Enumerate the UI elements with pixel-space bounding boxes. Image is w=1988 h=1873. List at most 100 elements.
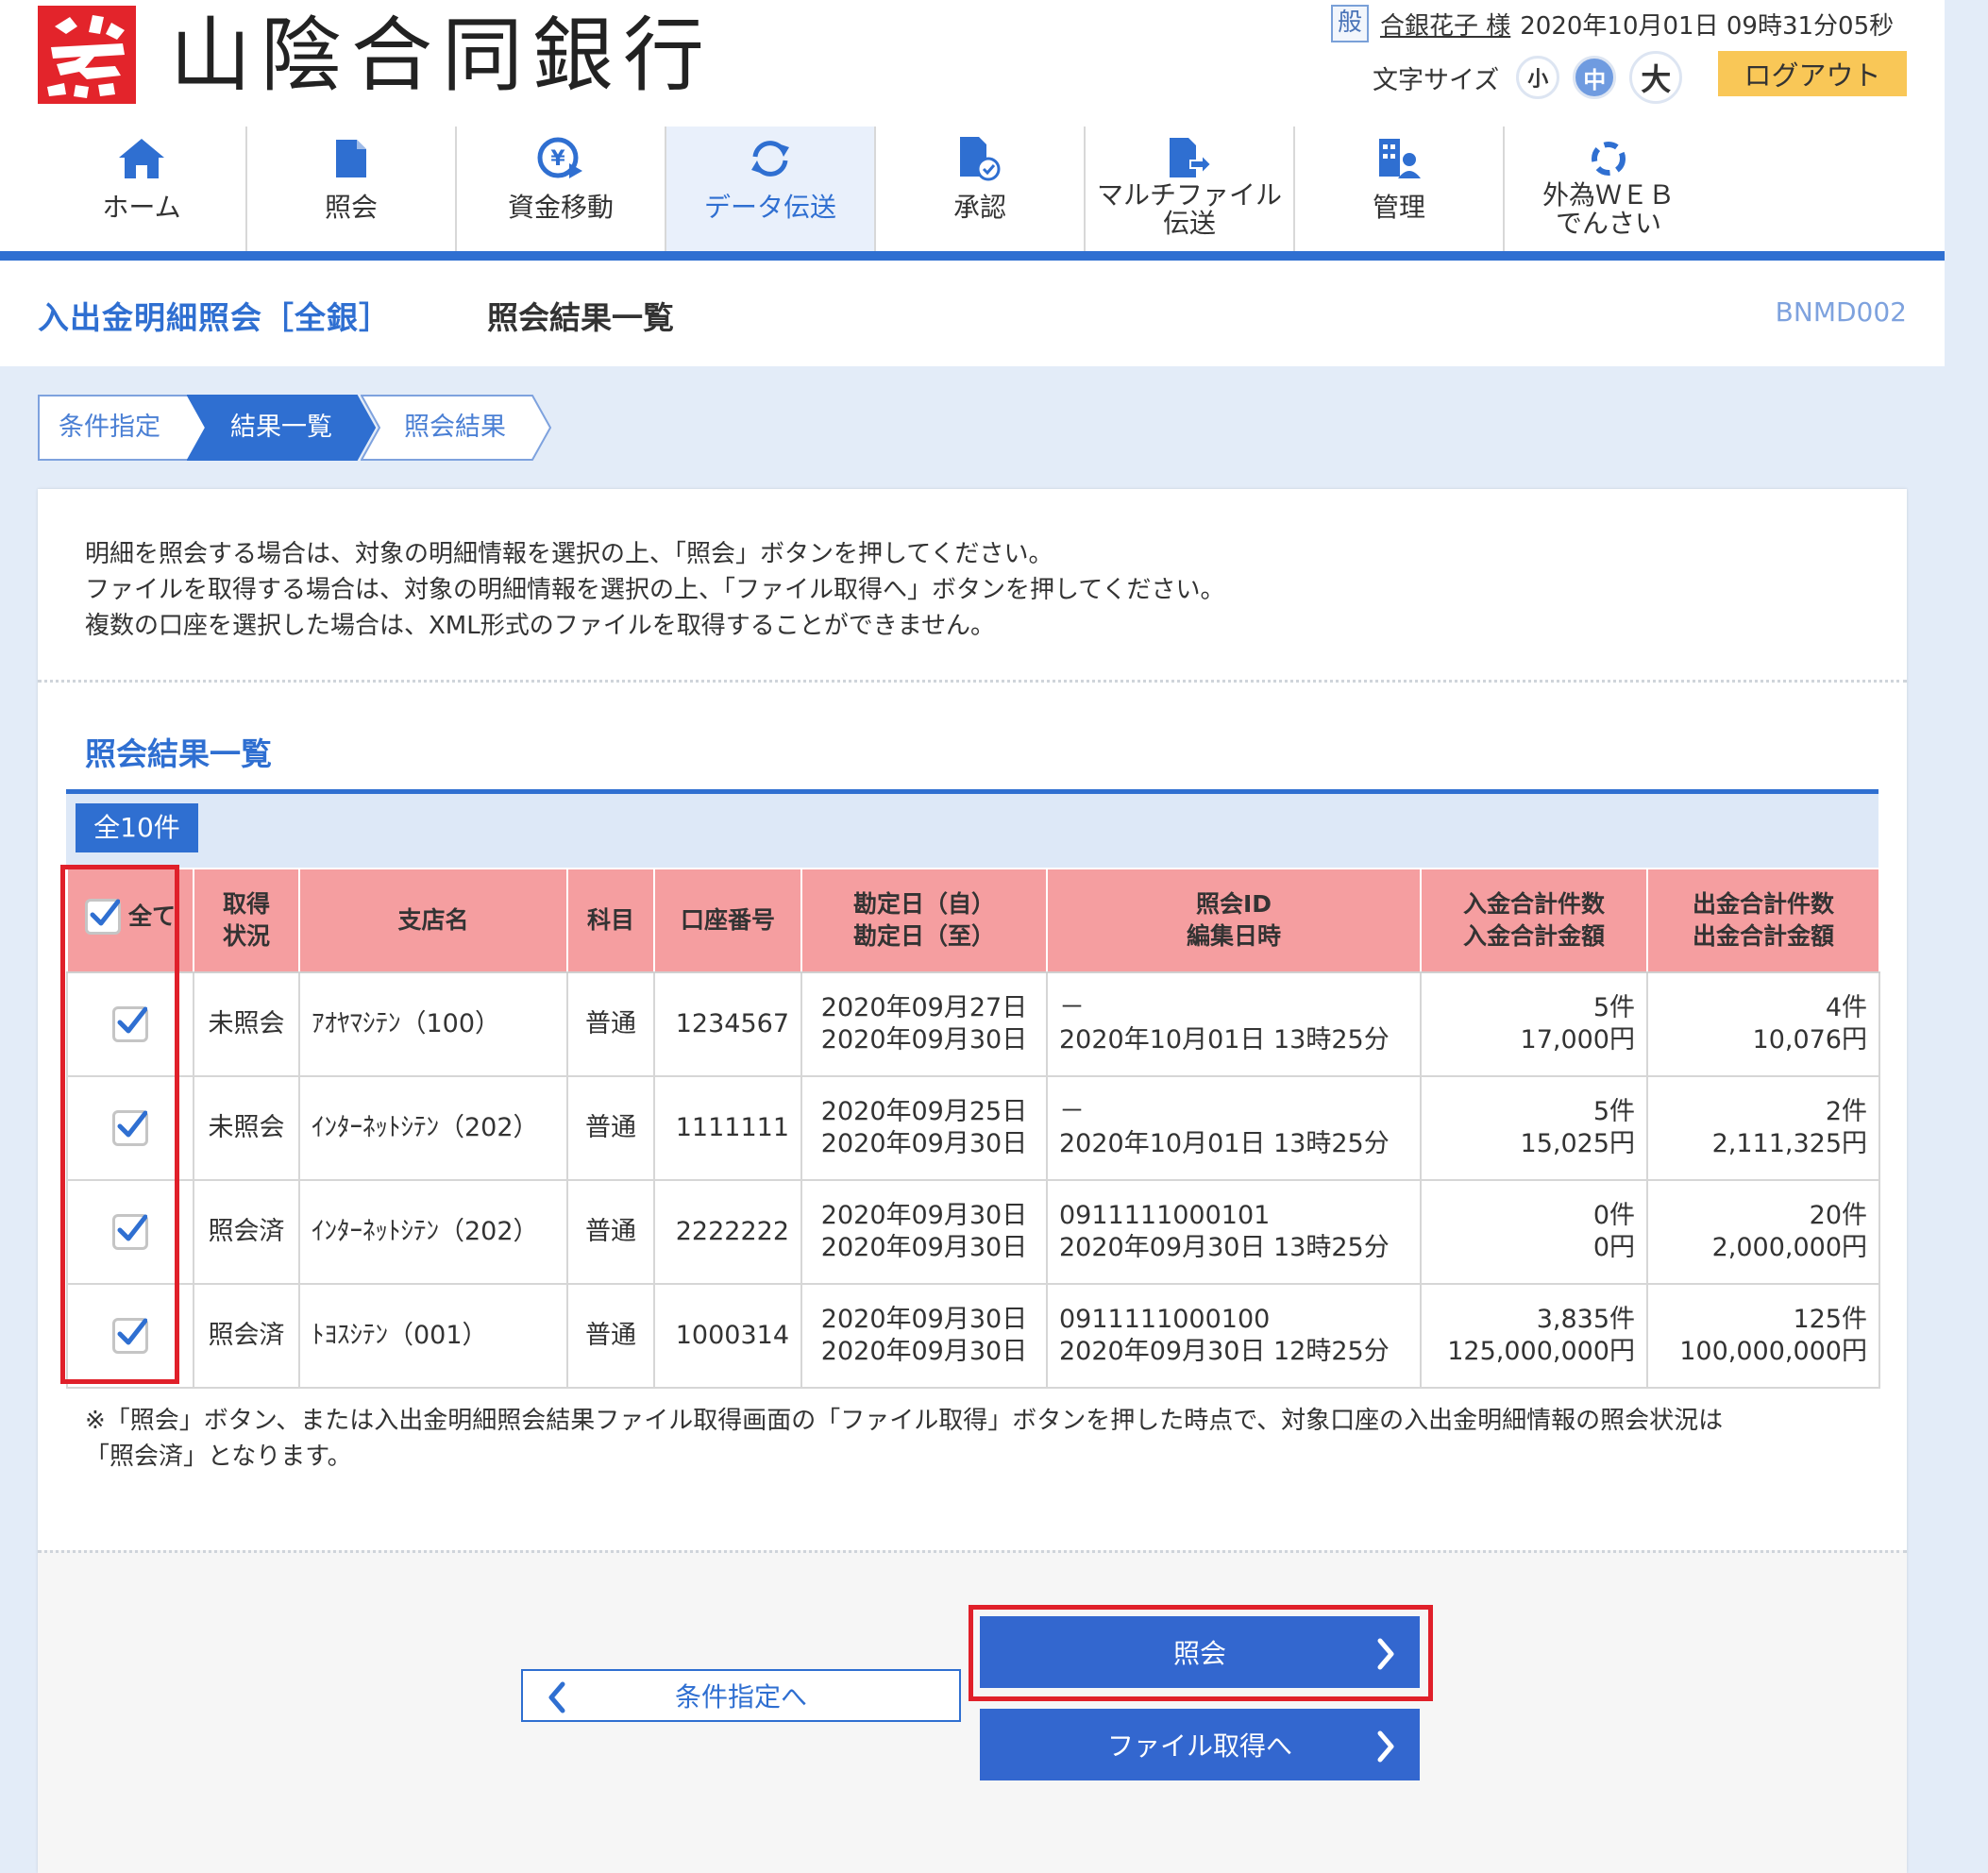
chevron-left-icon bbox=[546, 1680, 568, 1721]
date-from: 2020年09月30日 bbox=[820, 1201, 1028, 1230]
table-header-row: 全て 取得 状況 支店名 科目 口座番号 勘定日（自） 勘定日（至） 照会ID 編集日… bbox=[66, 868, 1880, 973]
user-info: 般 合銀花子 様 2020年10月01日 09時31分05秒 bbox=[1331, 4, 1894, 43]
nav-label-multifile-line2: 伝送 bbox=[1162, 208, 1216, 239]
nav-item-admin[interactable]: 管理 bbox=[1293, 127, 1503, 251]
header-subject: 科目 bbox=[566, 868, 655, 973]
divider bbox=[38, 680, 1907, 683]
header-inquiry-id: 照会ID 編集日時 bbox=[1046, 868, 1422, 973]
nav-label-multifile-line1: マルチファイル bbox=[1096, 179, 1282, 211]
instruction-line: ファイルを取得する場合は、対象の明細情報を選択の上、「ファイル取得へ」ボタンを押… bbox=[85, 576, 1225, 604]
row-checkbox[interactable] bbox=[112, 1006, 148, 1042]
inquiry-id: － bbox=[1059, 1097, 1085, 1126]
nav-underline bbox=[0, 251, 1945, 261]
logout-button[interactable]: ログアウト bbox=[1718, 51, 1907, 96]
nav-item-inquiry[interactable]: 照会 bbox=[245, 127, 455, 251]
font-size-label: 文字サイズ bbox=[1373, 65, 1500, 95]
divider bbox=[38, 1550, 1907, 1553]
withdraw-count: 125件 bbox=[1793, 1305, 1867, 1334]
inquiry-id: 0911111000101 bbox=[1059, 1201, 1271, 1230]
select-all-checkbox[interactable] bbox=[84, 898, 121, 935]
nav-label-multifile: マルチファイル 伝送 bbox=[1086, 181, 1293, 238]
table-row: 未照会 ｱｵﾔﾏｼﾃﾝ（100） 普通 1234567 2020年09月27日 2020年… bbox=[66, 971, 1880, 1077]
table-row: 照会済 ｲﾝﾀｰﾈｯﾄｼﾃﾝ（202） 普通 2222222 2020年09月30日 20… bbox=[66, 1179, 1880, 1285]
withdraw-cell: 125件 100,000,000円 bbox=[1646, 1283, 1880, 1389]
bank-logo-icon bbox=[38, 6, 136, 104]
header-withdraw-amount: 出金合計金額 bbox=[1692, 922, 1834, 950]
date-to: 2020年09月30日 bbox=[820, 1337, 1028, 1366]
instruction-line: 複数の口座を選択した場合は、XML形式のファイルを取得することができません。 bbox=[85, 612, 995, 640]
inquiry-note: ※「照会」ボタン、または入出金明細照会結果ファイル取得画面の「ファイル取得」ボタ… bbox=[85, 1403, 1860, 1475]
refresh-icon bbox=[666, 132, 874, 185]
inquiry-id: 0911111000100 bbox=[1059, 1305, 1271, 1334]
account-cell: 1111111 bbox=[653, 1075, 802, 1181]
title-bar: 入出金明細照会［全銀］ 照会結果一覧 BNMD002 bbox=[0, 261, 1945, 366]
edited-datetime: 2020年10月01日 13時25分 bbox=[1059, 1129, 1390, 1158]
dates-cell: 2020年09月30日 2020年09月30日 bbox=[800, 1179, 1048, 1285]
fx-web-icon bbox=[1505, 132, 1712, 185]
row-checkbox[interactable] bbox=[112, 1110, 148, 1146]
instructions: 明細を照会する場合は、対象の明細情報を選択の上、「照会」ボタンを押してください。… bbox=[85, 536, 1224, 644]
nav-label-home: ホーム bbox=[102, 192, 181, 223]
header-status-line1: 取得 bbox=[222, 890, 270, 918]
nav-item-approval[interactable]: 承認 bbox=[874, 127, 1084, 251]
font-size-medium-button[interactable]: 中 bbox=[1573, 56, 1617, 99]
header: 山陰合同銀行 般 合銀花子 様 2020年10月01日 09時31分05秒 文字… bbox=[0, 0, 1945, 261]
row-checkbox[interactable] bbox=[112, 1318, 148, 1354]
nav-item-fund-transfer[interactable]: ¥ 資金移動 bbox=[455, 127, 665, 251]
subject-cell: 普通 bbox=[566, 971, 655, 1077]
row-select-cell bbox=[66, 1179, 194, 1285]
header-dates: 勘定日（自） 勘定日（至） bbox=[800, 868, 1048, 973]
dates-cell: 2020年09月25日 2020年09月30日 bbox=[800, 1075, 1048, 1181]
svg-text:¥: ¥ bbox=[550, 147, 565, 171]
nav-item-fx-web[interactable]: 外為ＷＥＢ でんさい bbox=[1503, 127, 1712, 251]
deposit-amount: 17,000円 bbox=[1520, 1025, 1635, 1055]
deposit-amount: 125,000,000円 bbox=[1447, 1337, 1635, 1366]
nav-item-home[interactable]: ホーム bbox=[38, 127, 245, 251]
date-from: 2020年09月27日 bbox=[820, 993, 1028, 1022]
status-cell: 未照会 bbox=[193, 971, 300, 1077]
count-band: 全10件 bbox=[66, 794, 1878, 868]
branch-cell: ｲﾝﾀｰﾈｯﾄｼﾃﾝ（202） bbox=[298, 1179, 568, 1285]
branch-cell: ﾄﾖｽｼﾃﾝ（001） bbox=[298, 1283, 568, 1389]
deposit-count: 5件 bbox=[1592, 1097, 1635, 1126]
nav-label-fund-transfer: 資金移動 bbox=[507, 192, 614, 223]
header-account: 口座番号 bbox=[653, 868, 802, 973]
note-line: ※「照会」ボタン、または入出金明細照会結果ファイル取得画面の「ファイル取得」ボタ… bbox=[85, 1407, 1724, 1435]
select-all-label: 全て bbox=[127, 902, 176, 930]
step-label-inquiry-result: 照会結果 bbox=[404, 413, 506, 442]
font-size-small-button[interactable]: 小 bbox=[1516, 56, 1560, 99]
row-checkbox[interactable] bbox=[112, 1214, 148, 1250]
inquiry-id-cell: － 2020年10月01日 13時25分 bbox=[1046, 1075, 1422, 1181]
yen-transfer-icon: ¥ bbox=[457, 132, 665, 185]
file-download-button[interactable]: ファイル取得へ bbox=[980, 1709, 1420, 1780]
document-icon bbox=[247, 132, 455, 185]
nav-item-multifile[interactable]: マルチファイル 伝送 bbox=[1084, 127, 1293, 251]
withdraw-amount: 100,000,000円 bbox=[1679, 1337, 1867, 1366]
user-name-link[interactable]: 合銀花子 様 bbox=[1380, 7, 1510, 42]
withdraw-amount: 2,000,000円 bbox=[1711, 1233, 1867, 1262]
header-withdraw-count: 出金合計件数 bbox=[1692, 890, 1834, 918]
edited-datetime: 2020年10月01日 13時25分 bbox=[1059, 1025, 1390, 1055]
withdraw-count: 2件 bbox=[1825, 1097, 1867, 1126]
table-row: 未照会 ｲﾝﾀｰﾈｯﾄｼﾃﾝ（202） 普通 1111111 2020年09月25日 20… bbox=[66, 1075, 1880, 1181]
account-cell: 1000314 bbox=[653, 1283, 802, 1389]
deposit-count: 3,835件 bbox=[1536, 1305, 1635, 1334]
nav-item-data-transfer[interactable]: データ伝送 bbox=[665, 127, 874, 251]
withdraw-amount: 10,076円 bbox=[1752, 1025, 1867, 1055]
table-row: 照会済 ﾄﾖｽｼﾃﾝ（001） 普通 1000314 2020年09月30日 2020年0… bbox=[66, 1283, 1880, 1389]
bank-name: 山陰合同銀行 bbox=[170, 8, 714, 103]
header-deposit-amount: 入金合計金額 bbox=[1462, 922, 1605, 950]
back-to-condition-button[interactable]: 条件指定へ bbox=[521, 1669, 961, 1722]
withdraw-amount: 2,111,325円 bbox=[1711, 1129, 1867, 1158]
inquiry-button[interactable]: 照会 bbox=[980, 1616, 1420, 1688]
header-deposit-count: 入金合計件数 bbox=[1462, 890, 1605, 918]
font-size-large-button[interactable]: 大 bbox=[1629, 51, 1683, 104]
content-card: 明細を照会する場合は、対象の明細情報を選択の上、「照会」ボタンを押してください。… bbox=[38, 489, 1907, 1873]
nav-label-fx-web: 外為ＷＥＢ でんさい bbox=[1505, 181, 1712, 238]
chevron-right-icon bbox=[1374, 1730, 1397, 1770]
date-from: 2020年09月25日 bbox=[820, 1097, 1028, 1126]
step-result-list: 結果一覧 bbox=[187, 395, 376, 461]
file-button-label: ファイル取得へ bbox=[1106, 1730, 1292, 1762]
back-button-label: 条件指定へ bbox=[674, 1681, 807, 1713]
deposit-count: 0件 bbox=[1592, 1201, 1635, 1230]
